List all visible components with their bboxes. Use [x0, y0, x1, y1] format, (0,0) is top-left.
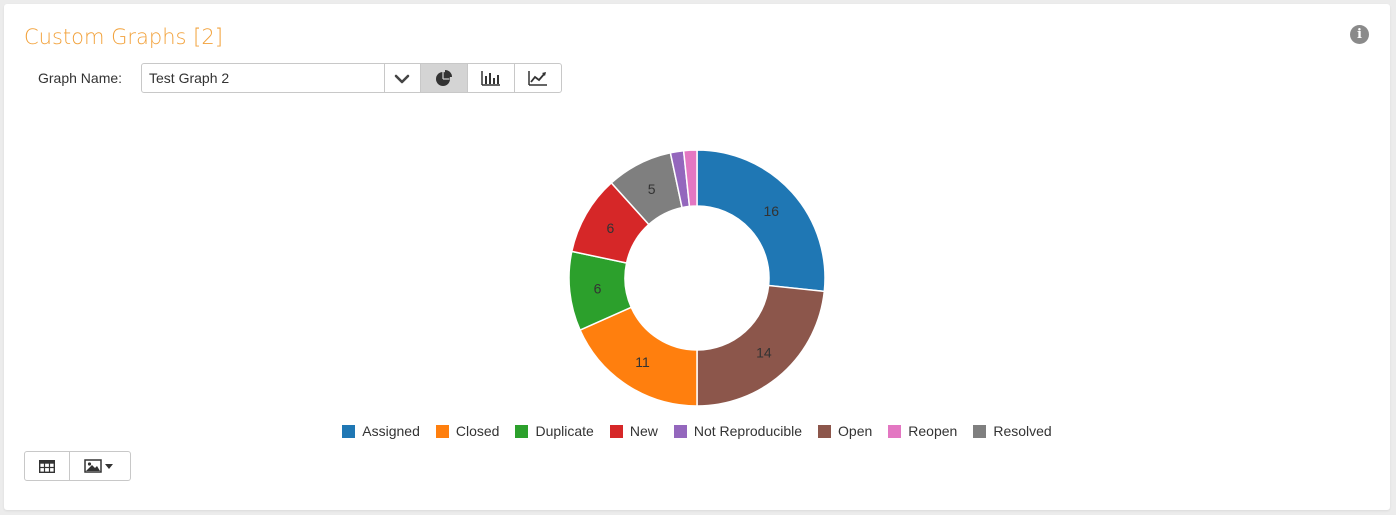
legend-item-closed[interactable]: Closed: [435, 423, 500, 439]
legend-item-resolved[interactable]: Resolved: [973, 423, 1052, 439]
export-image-button[interactable]: [69, 451, 131, 481]
donut-chart: 16 14 11 6 6 5: [568, 149, 826, 407]
legend-item-duplicate[interactable]: Duplicate: [515, 423, 594, 439]
legend-swatch: [973, 424, 987, 438]
legend-swatch: [515, 424, 529, 438]
data-label-closed: 11: [635, 354, 650, 370]
data-label-resolved: 5: [648, 181, 656, 197]
legend-label: Closed: [455, 423, 500, 439]
legend-item-new[interactable]: New: [609, 423, 658, 439]
chart-legend: Assigned Closed Duplicate New Not Reproducib…: [4, 423, 1390, 439]
show-table-button[interactable]: [24, 451, 70, 481]
data-label-assigned: 16: [764, 203, 780, 219]
legend-swatch: [435, 424, 449, 438]
bottom-toolbar: [24, 451, 131, 481]
slice-assigned[interactable]: [696, 149, 826, 293]
data-label-open: 14: [756, 344, 772, 360]
legend-swatch: [888, 424, 902, 438]
legend-label: Duplicate: [535, 423, 594, 439]
legend-item-not-reproducible[interactable]: Not Reproducible: [673, 423, 803, 439]
data-label-duplicate: 6: [594, 280, 602, 296]
legend-label: Open: [838, 423, 873, 439]
legend-swatch: [818, 424, 832, 438]
table-icon: [39, 459, 55, 473]
legend-swatch: [673, 424, 687, 438]
image-download-icon: [84, 459, 113, 473]
legend-label: Not Reproducible: [693, 423, 803, 439]
legend-label: New: [629, 423, 658, 439]
data-label-new: 6: [606, 220, 614, 236]
legend-label: Assigned: [362, 423, 420, 439]
legend-item-assigned[interactable]: Assigned: [342, 423, 420, 439]
legend-item-open[interactable]: Open: [818, 423, 872, 439]
legend-item-reopen[interactable]: Reopen: [888, 423, 957, 439]
legend-swatch: [342, 424, 356, 438]
legend-label: Reopen: [908, 423, 958, 439]
legend-label: Resolved: [993, 423, 1052, 439]
legend-swatch: [609, 424, 623, 438]
custom-graphs-panel: Custom Graphs [2] i Graph Name: Test Gra…: [4, 4, 1390, 510]
